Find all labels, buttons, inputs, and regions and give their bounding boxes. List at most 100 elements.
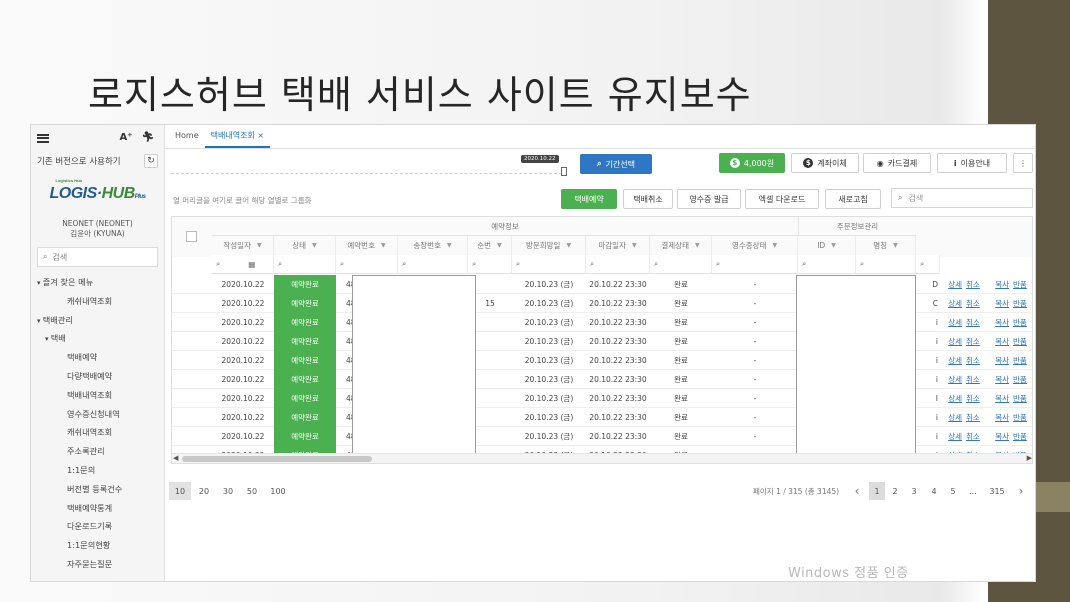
row-link[interactable]: 반품 [1013, 355, 1027, 366]
date-timeline[interactable] [171, 173, 567, 174]
filter-input[interactable]: ⌕ ▦ [212, 255, 274, 274]
sidebar-item[interactable]: 다량택배예약 [31, 367, 164, 386]
sidebar-item[interactable]: 자주묻는질문 [31, 555, 164, 574]
row-link[interactable]: 복사 [995, 374, 1009, 385]
row-link[interactable]: 취소 [966, 431, 980, 442]
column-header[interactable]: ID ▼ [798, 236, 856, 255]
page-size-option[interactable]: 50 [241, 482, 263, 500]
filter-icon[interactable]: ▼ [632, 242, 637, 249]
row-link[interactable]: 반품 [1013, 298, 1027, 309]
row-link[interactable]: 복사 [995, 412, 1009, 423]
run-icon[interactable]: 🏃︎ [141, 131, 155, 145]
row-link[interactable]: 복사 [995, 393, 1009, 404]
row-link[interactable]: 취소 [966, 355, 980, 366]
column-header[interactable]: 결제상태 ▼ [650, 236, 712, 255]
excel-download-button[interactable]: 엑셀 다운로드 [745, 189, 819, 209]
row-link[interactable]: 취소 [966, 317, 980, 328]
refresh-button[interactable]: 새로고침 [825, 189, 881, 209]
page-size-option[interactable]: 10 [169, 482, 191, 500]
horizontal-scrollbar[interactable]: ◀ ▶ [172, 453, 1032, 463]
row-link[interactable]: 상세 [948, 374, 962, 385]
page-button[interactable]: 4 [926, 482, 942, 500]
usage-guide-button[interactable]: i 이용안내 [937, 153, 1007, 173]
filter-input[interactable]: ⌕ [336, 255, 398, 274]
filter-input[interactable]: ⌕ [468, 255, 512, 274]
page-button[interactable]: 3 [906, 482, 922, 500]
row-link[interactable]: 상세 [948, 393, 962, 404]
sidebar-search-input[interactable]: ⌕ 검색 [37, 247, 158, 267]
row-link[interactable]: 반품 [1013, 412, 1027, 423]
filter-icon[interactable]: ▼ [497, 242, 502, 249]
prev-page-icon[interactable]: ‹ [849, 482, 865, 500]
filter-input[interactable]: ⌕ [398, 255, 468, 274]
page-button[interactable]: 1 [869, 482, 885, 500]
next-page-icon[interactable]: › [1013, 482, 1029, 500]
row-link[interactable]: 취소 [966, 336, 980, 347]
filter-input[interactable]: ⌕ [650, 255, 712, 274]
row-link[interactable]: 상세 [948, 279, 962, 290]
column-header[interactable]: 상태 ▼ [274, 236, 336, 255]
filter-input[interactable]: ⌕ [274, 255, 336, 274]
page-button[interactable]: 2 [887, 482, 903, 500]
calendar-icon[interactable]: ▦ [248, 260, 255, 269]
row-link[interactable]: 상세 [948, 298, 962, 309]
row-link[interactable]: 반품 [1013, 393, 1027, 404]
row-link[interactable]: 취소 [966, 393, 980, 404]
account-transfer-button[interactable]: $ 계좌이체 [791, 153, 859, 173]
select-all-checkbox[interactable] [186, 231, 197, 242]
filter-icon[interactable]: ▼ [893, 242, 898, 249]
reserve-button[interactable]: 택배예약 [561, 189, 617, 209]
filter-icon[interactable]: ▼ [772, 242, 777, 249]
sidebar-item[interactable]: 캐쉬내역조회 [31, 423, 164, 442]
filter-input[interactable]: ⌕ [916, 255, 940, 274]
page-button[interactable]: 315 [989, 482, 1005, 500]
row-link[interactable]: 반품 [1013, 374, 1027, 385]
tab-home[interactable]: Home [169, 126, 205, 148]
sidebar-item[interactable]: 1:1문의현황 [31, 536, 164, 555]
row-link[interactable]: 취소 [966, 374, 980, 385]
filter-input[interactable]: ⌕ [798, 255, 856, 274]
sidebar-item[interactable]: 다운로드기록 [31, 517, 164, 536]
sidebar-item[interactable]: 택배 [31, 329, 164, 348]
column-header[interactable]: 작성일자 ▼ [212, 236, 274, 255]
column-header[interactable]: 영수증상태 ▼ [712, 236, 798, 255]
sidebar-item[interactable]: 택배예약통계 [31, 499, 164, 518]
sidebar-item[interactable]: 택배관리 [31, 311, 164, 330]
page-button[interactable]: 5 [945, 482, 961, 500]
filter-icon[interactable]: ▼ [831, 242, 836, 249]
row-link[interactable]: 반품 [1013, 431, 1027, 442]
more-button[interactable]: ⋮ [1013, 153, 1033, 173]
filter-icon[interactable]: ▼ [257, 242, 262, 249]
filter-input[interactable]: ⌕ [712, 255, 798, 274]
row-link[interactable]: 반품 [1013, 336, 1027, 347]
row-link[interactable]: 취소 [966, 279, 980, 290]
filter-input[interactable]: ⌕ [586, 255, 650, 274]
font-size-icon[interactable]: A⁺ [119, 131, 133, 145]
filter-icon[interactable]: ▼ [695, 242, 700, 249]
column-header[interactable]: 마감일자 ▼ [586, 236, 650, 255]
sidebar-item[interactable]: 택배예약 [31, 348, 164, 367]
row-link[interactable]: 상세 [948, 336, 962, 347]
sidebar-item[interactable]: 1:1문의 [31, 461, 164, 480]
page-size-option[interactable]: 100 [267, 482, 289, 500]
row-link[interactable]: 복사 [995, 279, 1009, 290]
column-header[interactable]: 순번 ▼ [468, 236, 512, 255]
sidebar-item[interactable]: 주소록관리 [31, 442, 164, 461]
row-link[interactable]: 복사 [995, 431, 1009, 442]
row-link[interactable]: 상세 [948, 412, 962, 423]
filter-icon[interactable]: ▼ [566, 242, 571, 249]
row-link[interactable]: 복사 [995, 298, 1009, 309]
column-header[interactable]: 예약번호 ▼ [336, 236, 398, 255]
grid-search-input[interactable]: ⌕ 검색 [891, 188, 1033, 208]
column-header[interactable]: 송장번호 ▼ [398, 236, 468, 255]
sidebar-item[interactable]: 즐겨 찾은 메뉴 [31, 273, 164, 292]
refresh-icon[interactable]: ↻ [144, 154, 158, 168]
row-link[interactable]: 상세 [948, 317, 962, 328]
cancel-button[interactable]: 택배취소 [623, 189, 673, 209]
sidebar-item[interactable]: 택배내역조회 [31, 386, 164, 405]
period-select-button[interactable]: ⌕ 기간선택 [580, 154, 652, 174]
row-link[interactable]: 취소 [966, 412, 980, 423]
row-link[interactable]: 복사 [995, 355, 1009, 366]
card-payment-button[interactable]: ◉ 카드결제 [863, 153, 931, 173]
column-header[interactable]: 명칭 ▼ [856, 236, 916, 255]
